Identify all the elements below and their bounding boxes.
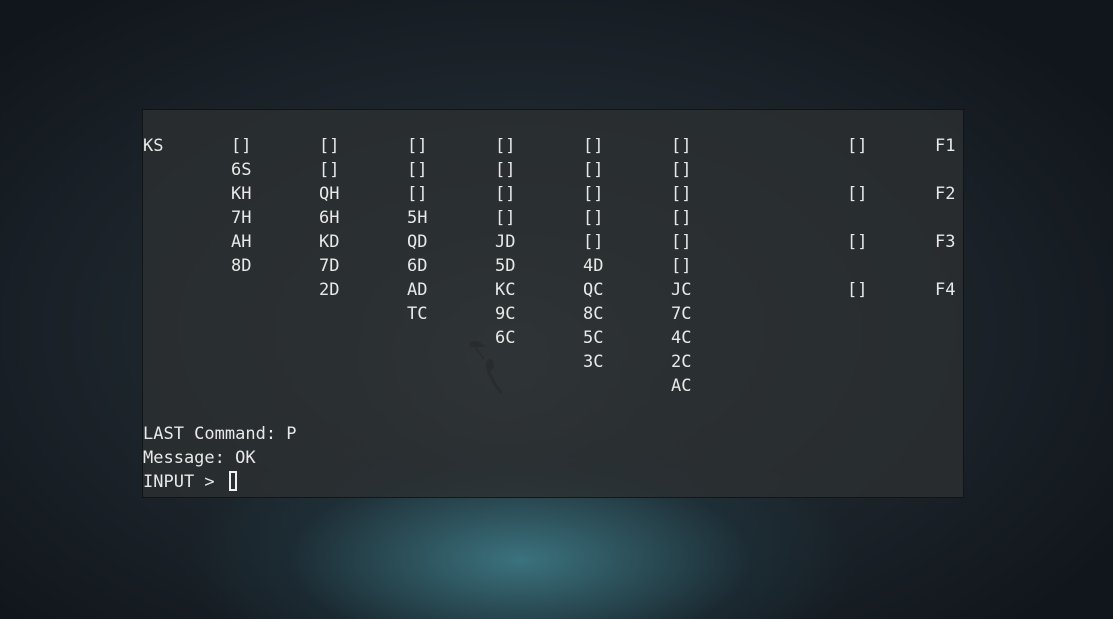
tableau-card: [] bbox=[583, 232, 604, 252]
tableau-card: 6C bbox=[495, 328, 516, 348]
tableau-card: [] bbox=[583, 136, 604, 156]
tableau-card: [] bbox=[671, 256, 692, 276]
tableau-card: [] bbox=[231, 136, 252, 156]
tableau-card: 5D bbox=[495, 256, 516, 276]
foundation-label: F3 bbox=[935, 232, 956, 252]
tableau-card: [] bbox=[495, 184, 516, 204]
tableau-card: [] bbox=[583, 160, 604, 180]
tableau-card: KD bbox=[319, 232, 340, 252]
tableau-card: [] bbox=[583, 184, 604, 204]
tableau-card: [] bbox=[495, 208, 516, 228]
tableau-card: [] bbox=[671, 184, 692, 204]
tableau-card: [] bbox=[671, 232, 692, 252]
text-cursor[interactable] bbox=[228, 471, 237, 491]
tableau-card: 2D bbox=[319, 280, 340, 300]
tableau-card: JC bbox=[671, 280, 692, 300]
tableau-card: 8D bbox=[231, 256, 252, 276]
tableau-card: [] bbox=[319, 160, 340, 180]
tableau-card: 7D bbox=[319, 256, 340, 276]
tableau-card: 3C bbox=[583, 352, 604, 372]
tableau-card: [] bbox=[407, 136, 428, 156]
tableau-card: [] bbox=[671, 136, 692, 156]
tableau-card: KH bbox=[231, 184, 252, 204]
tableau-card: 8C bbox=[583, 304, 604, 324]
message-line: Message: OK bbox=[143, 448, 256, 468]
tableau-card: QC bbox=[583, 280, 604, 300]
terminal-window[interactable]: KS [] 6S KH 7H AH 8D [] [] QH 6H KD 7D 2D [] [] [] 5H QD 6D… bbox=[142, 109, 964, 498]
tableau-card: [] bbox=[583, 208, 604, 228]
tableau-card: 6S bbox=[231, 160, 252, 180]
tableau-card: AC bbox=[671, 376, 692, 396]
tableau-card: [] bbox=[671, 208, 692, 228]
tableau-card: TC bbox=[407, 304, 428, 324]
tableau-card: QD bbox=[407, 232, 428, 252]
tableau-card: 2C bbox=[671, 352, 692, 372]
input-line[interactable]: INPUT > bbox=[143, 470, 237, 494]
foundation-label: F4 bbox=[935, 280, 956, 300]
tableau-card: [] bbox=[495, 136, 516, 156]
tableau-card: 6D bbox=[407, 256, 428, 276]
foundation-slot: [] bbox=[847, 280, 868, 300]
tableau-card: 6H bbox=[319, 208, 340, 228]
foundation-slot: [] bbox=[847, 136, 868, 156]
tableau-card: [] bbox=[671, 160, 692, 180]
tableau-card: 7C bbox=[671, 304, 692, 324]
tableau-card: [] bbox=[407, 160, 428, 180]
tableau-card: 5H bbox=[407, 208, 428, 228]
foundation-slot: [] bbox=[847, 184, 868, 204]
tableau-card: AH bbox=[231, 232, 252, 252]
tableau-card: 4D bbox=[583, 256, 604, 276]
foundation-label: F1 bbox=[935, 136, 956, 156]
tableau-card: 9C bbox=[495, 304, 516, 324]
last-command-line: LAST Command: P bbox=[143, 424, 297, 444]
input-prompt: INPUT > bbox=[143, 472, 225, 492]
tableau-card: [] bbox=[407, 184, 428, 204]
tableau-card: 4C bbox=[671, 328, 692, 348]
tableau-card: 5C bbox=[583, 328, 604, 348]
stock-card: KS bbox=[143, 136, 164, 156]
foundation-label: F2 bbox=[935, 184, 956, 204]
tableau-card: AD bbox=[407, 280, 428, 300]
tableau-card: [] bbox=[319, 136, 340, 156]
tableau-card: QH bbox=[319, 184, 340, 204]
tableau-card: KC bbox=[495, 280, 516, 300]
foundation-slot: [] bbox=[847, 232, 868, 252]
tableau-card: [] bbox=[495, 160, 516, 180]
tableau-card: 7H bbox=[231, 208, 252, 228]
tableau-card: JD bbox=[495, 232, 516, 252]
